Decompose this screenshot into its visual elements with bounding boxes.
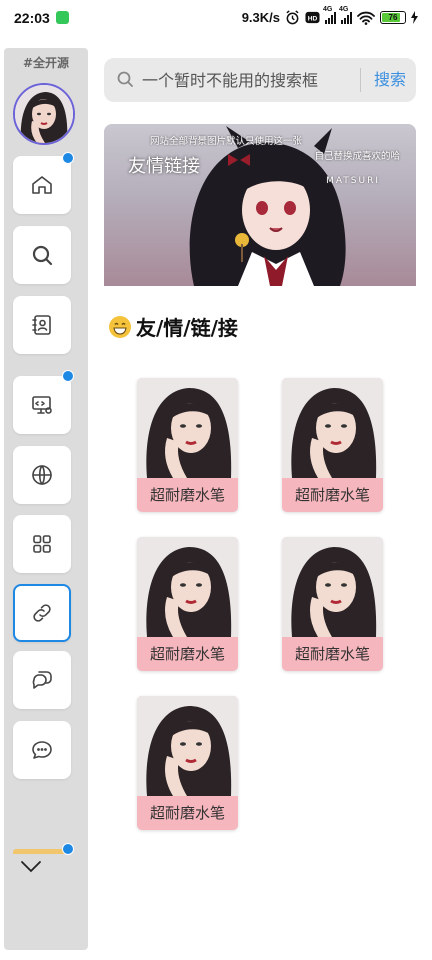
sidebar-item-contacts[interactable] [13,296,71,354]
sidebar-item-apps[interactable] [13,515,71,573]
grid-icon [33,535,51,553]
app-screen: { "status_bar": { "time": "22:03", "net_… [0,0,432,960]
section-title: 友/情/链/接 [136,316,238,340]
link-card[interactable]: 超耐磨水笔 [137,696,238,830]
alarm-icon [286,10,299,25]
link-card-label: 超耐磨水笔 [149,804,225,822]
status-bar: 22:03 9.3K/s HD 4G 4G 76 [0,0,432,38]
message-dots-icon [32,741,52,759]
notification-badge [62,370,74,382]
link-icon [33,604,51,622]
sidebar-brand: #全开源 [22,56,70,70]
globe-icon [32,465,52,485]
chat-bubbles-icon [32,671,52,689]
section-heading: 友/情/链/接 [108,312,238,341]
link-card-label: 超耐磨水笔 [149,645,225,663]
link-card-label: 超耐磨水笔 [294,486,370,504]
grinning-face-icon [109,315,131,338]
home-icon [32,176,52,194]
link-card[interactable]: 超耐磨水笔 [282,378,383,512]
search-bar: 搜索 [104,58,416,102]
network-speed: 9.3K/s [241,10,280,25]
link-avatar-image [137,696,238,796]
signal-2-icon: 4G [339,6,352,24]
sidebar-item-messages[interactable] [13,721,71,779]
link-card-label: 超耐磨水笔 [294,645,370,663]
chevron-down-icon[interactable] [18,856,44,876]
search-button[interactable]: 搜索 [368,58,412,102]
search-input[interactable] [142,58,352,102]
sidebar-item-search[interactable] [13,226,71,284]
search-divider [360,68,361,92]
sidebar-item-links[interactable] [13,584,71,642]
link-card[interactable]: 超耐磨水笔 [282,537,383,671]
svg-text:HD: HD [308,15,318,22]
link-avatar-image [137,537,238,637]
banner: 网站全部背景图片默认只使用这一张 友情链接 自己替换成喜欢的哈 MATSURI [104,124,416,286]
monitor-settings-icon [32,396,52,414]
sidebar-item-home[interactable] [13,156,71,214]
search-icon [32,245,53,266]
notification-badge [62,152,74,164]
link-avatar-image [137,378,238,478]
avatar[interactable] [13,83,75,145]
search-icon [117,71,133,87]
notification-badge [62,843,74,855]
battery-icon: 76 [380,11,406,24]
link-card[interactable]: 超耐磨水笔 [137,378,238,512]
sidebar-item-web-tools[interactable] [13,376,71,434]
avatar-photo [15,85,73,143]
link-card-label: 超耐磨水笔 [149,486,225,504]
wifi-icon [357,11,375,25]
banner-note-top: 网站全部背景图片默认只使用这一张 [150,136,303,147]
status-indicators: 9.3K/s HD 4G 4G 76 [241,6,418,25]
banner-note-right: 自己替换成喜欢的哈 [314,151,400,162]
banner-title: 友情链接 [128,156,200,177]
banner-watermark: MATSURI [326,176,380,186]
hd-icon: HD [305,11,320,24]
link-card[interactable]: 超耐磨水笔 [137,537,238,671]
app-notification-icon [56,11,69,24]
link-avatar-image [282,537,383,637]
charging-icon [411,11,418,24]
sidebar-item-globe[interactable] [13,446,71,504]
link-avatar-image [282,378,383,478]
status-time: 22:03 [14,10,50,26]
signal-1-icon: 4G [323,6,336,24]
sidebar-item-feedback[interactable] [13,651,71,709]
contact-book-icon [32,315,51,335]
sidebar: #全开源 [4,48,88,950]
